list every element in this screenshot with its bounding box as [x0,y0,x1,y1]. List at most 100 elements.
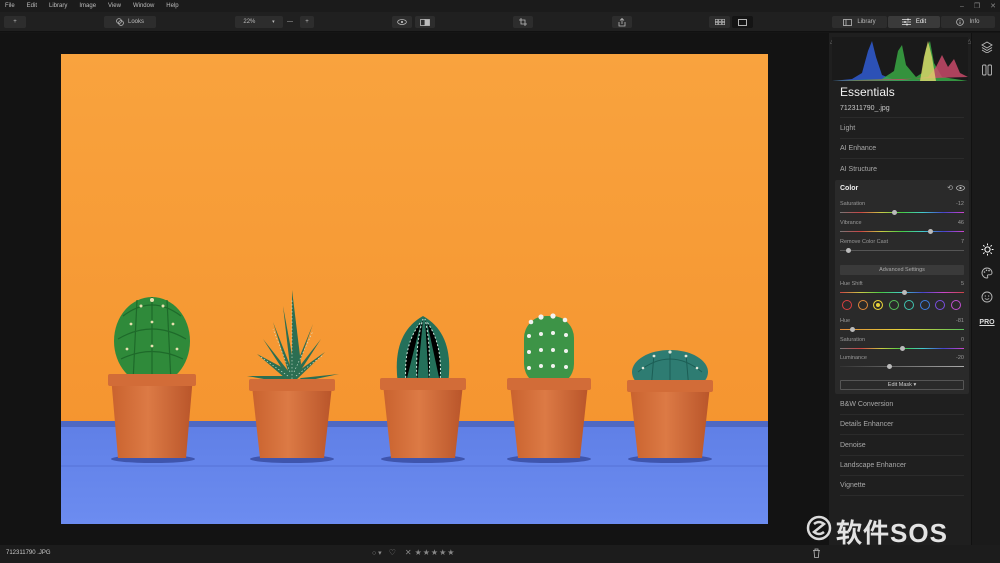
image-canvas[interactable] [0,33,829,545]
preview-eye-button[interactable] [392,16,412,28]
window-controls: – ❐ ✕ [960,0,996,12]
section-light[interactable]: Light [840,125,964,132]
selected-luminance-slider-handle[interactable] [887,364,893,369]
tab-edit[interactable]: Edit [888,16,940,28]
color-section: Color ⟲ Advanced Settings Edit Mask ▾ Sa… [835,180,969,394]
divider [840,434,964,435]
single-view-icon [738,18,747,26]
hue-dot[interactable] [919,300,930,310]
section-denoise[interactable]: Denoise [840,442,964,449]
looks-icon [116,18,124,26]
grid-view-button[interactable] [709,16,730,28]
watermark: 软件SOS [806,513,948,550]
selected-saturation-slider-handle[interactable] [899,346,905,351]
rating-bar: ○ ▾ ♡ ✕ ★★★★★ [372,548,455,557]
close-icon[interactable]: ✕ [990,2,996,10]
remove-color-cast-slider[interactable] [840,250,964,251]
tab-library-label: Library [857,19,876,25]
reset-icon[interactable]: ⟲ [947,184,953,192]
current-filename: 712311790 .JPG [6,550,51,556]
saturation-slider[interactable] [840,212,964,213]
vibrance-value: 46 [957,220,964,226]
hue-dot[interactable] [950,300,961,310]
tool-strip: PRO [971,33,1000,545]
section-ai-structure[interactable]: AI Structure [840,166,964,173]
single-view-button[interactable] [732,16,753,28]
looks-button[interactable]: Looks [104,16,156,28]
creative-palette-icon[interactable] [980,266,994,280]
selected-hue-slider-handle[interactable] [849,327,855,332]
panel-filename: 712311790_.jpg [840,105,890,112]
zoom-in-button[interactable]: + [300,16,314,28]
remove-color-cast-slider-handle[interactable] [846,248,852,253]
section-bw-conversion[interactable]: B&W Conversion [840,401,964,408]
minimize-icon[interactable]: – [960,3,964,10]
hue-dot[interactable] [888,300,899,310]
section-vignette[interactable]: Vignette [840,482,964,489]
pro-tools-button[interactable]: PRO [979,315,994,329]
saturation-slider-handle[interactable] [892,210,898,215]
histogram [832,37,968,81]
library-icon [843,18,853,26]
hue-dot[interactable] [873,300,883,310]
menu-library[interactable]: Library [43,3,73,9]
selected-hue-value: -81 [956,318,964,324]
panel-title: Essentials [840,85,895,99]
selected-saturation-label: Saturation [840,337,866,343]
add-button[interactable]: + [4,16,26,28]
remove-color-cast-value: 7 [960,239,964,245]
tab-library[interactable]: Library [832,16,887,28]
eye-icon[interactable] [956,185,965,193]
share-button[interactable] [612,16,632,28]
menu-edit[interactable]: Edit [21,3,43,9]
section-details-enhancer[interactable]: Details Enhancer [840,421,964,428]
sliders-icon [901,18,911,26]
menu-file[interactable]: File [0,3,21,9]
grid-icon [714,19,725,25]
selected-hue-slider[interactable] [840,329,964,330]
presets-icon[interactable] [980,63,994,77]
selected-luminance-value: -20 [956,355,964,361]
section-landscape-enhancer[interactable]: Landscape Enhancer [840,462,964,469]
hue-dot[interactable] [904,300,914,310]
advanced-settings-button[interactable]: Advanced Settings [840,265,964,275]
portrait-face-icon[interactable] [980,290,994,304]
hue-shift-slider-handle[interactable] [901,290,907,295]
divider [840,495,964,496]
hue-dot[interactable] [857,300,868,310]
menu-image[interactable]: Image [73,3,102,9]
heart-icon[interactable]: ♡ [389,548,396,557]
reject-icon[interactable]: ✕ [405,548,412,557]
vibrance-slider-handle[interactable] [928,229,934,234]
menu-help[interactable]: Help [160,3,184,9]
saturation-label: Saturation [840,201,866,207]
menu-bar: File Edit Library Image View Window Help [0,0,1000,12]
flag-circle-icon[interactable]: ○ ▾ [372,549,382,557]
tab-info[interactable]: Info [941,16,995,28]
section-ai-enhance[interactable]: AI Enhance [840,145,964,152]
menu-view[interactable]: View [102,3,127,9]
chevron-down-icon: ▾ [272,19,275,25]
maximize-icon[interactable]: ❐ [974,2,980,10]
zoom-select[interactable]: 22% ▾ [235,16,283,28]
crop-button[interactable] [513,16,533,28]
selected-hue-label: Hue [840,318,851,324]
selected-luminance-slider[interactable] [840,366,964,367]
edit-mask-button[interactable]: Edit Mask ▾ [840,380,964,390]
essentials-sun-icon[interactable] [980,242,994,256]
star-rating[interactable]: ★★★★★ [415,548,456,557]
share-icon [618,17,626,27]
menu-window[interactable]: Window [127,3,160,9]
hue-dot[interactable] [935,300,945,310]
vibrance-slider[interactable] [840,231,964,232]
crop-icon [519,18,527,26]
tab-info-label: Info [969,19,980,25]
hue-dot[interactable] [842,300,852,310]
layers-icon[interactable] [980,40,994,54]
zoom-out-button[interactable]: — [284,16,296,28]
watermark-text: 软件SOS [836,518,948,548]
divider [840,475,964,476]
divider [840,158,964,159]
compare-icon [420,18,430,26]
compare-button[interactable] [415,16,435,28]
